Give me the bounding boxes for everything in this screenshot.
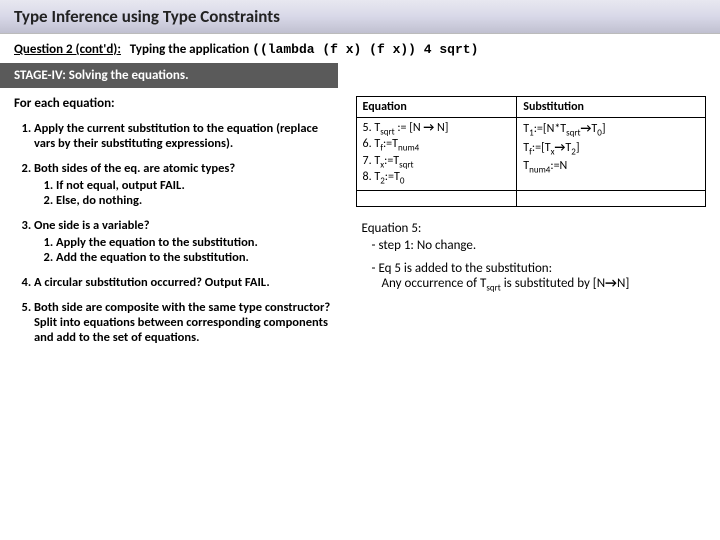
table-head-eq: Equation bbox=[356, 97, 517, 118]
for-each-label: For each equation: bbox=[14, 96, 338, 111]
equation-cell: 5. Tsqrt := [N → N] 6. Tf:=Tnum4 7. Tx:=… bbox=[356, 118, 517, 191]
rule-subitem: If not equal, output FAIL. bbox=[56, 178, 338, 193]
page-title: Type Inference using Type Constraints bbox=[14, 6, 706, 27]
left-column: For each equation: Apply the current sub… bbox=[14, 96, 338, 355]
question-desc: Typing the application bbox=[130, 42, 249, 57]
substitution-cell: T1:=[N*Tsqrt→T0] Tf:=[Tx→T2] Tnum4:=N bbox=[517, 118, 706, 191]
rule-sublist: If not equal, output FAIL. Else, do noth… bbox=[34, 178, 338, 208]
rule-item: Both side are composite with the same ty… bbox=[34, 300, 338, 345]
table-head-sub: Substitution bbox=[517, 97, 706, 118]
rule-list: Apply the current substitution to the eq… bbox=[14, 121, 338, 345]
rule-item: Apply the current substitution to the eq… bbox=[34, 121, 338, 151]
rule-subitem: Apply the equation to the substitution. bbox=[56, 235, 338, 250]
right-column: Equation Substitution 5. Tsqrt := [N → N… bbox=[356, 96, 706, 355]
main-columns: For each equation: Apply the current sub… bbox=[0, 88, 720, 365]
notes-item: Eq 5 is added to the substitution:Any oc… bbox=[372, 261, 706, 294]
rule-subitem: Else, do nothing. bbox=[56, 193, 338, 208]
equation-table: Equation Substitution 5. Tsqrt := [N → N… bbox=[356, 96, 706, 207]
stage-bar: STAGE-IV: Solving the equations. bbox=[0, 63, 338, 88]
rule-item: One side is a variable? Apply the equati… bbox=[34, 218, 338, 265]
rule-subitem: Add the equation to the substitution. bbox=[56, 250, 338, 265]
question-row: Question 2 (cont'd): Typing the applicat… bbox=[0, 34, 720, 63]
table-row: 5. Tsqrt := [N → N] 6. Tf:=Tnum4 7. Tx:=… bbox=[356, 118, 705, 191]
rule-item: Both sides of the eq. are atomic types? … bbox=[34, 161, 338, 208]
notes-item: step 1: No change. bbox=[372, 238, 706, 253]
table-row bbox=[356, 190, 705, 206]
rule-sublist: Apply the equation to the substitution. … bbox=[34, 235, 338, 265]
notes-heading: Equation 5: bbox=[362, 221, 706, 236]
question-code: ((lambda (f x) (f x)) 4 sqrt) bbox=[252, 42, 478, 57]
rule-item: A circular substitution occurred? Output… bbox=[34, 275, 338, 290]
title-bar: Type Inference using Type Constraints bbox=[0, 0, 720, 34]
equation-notes: Equation 5: step 1: No change. Eq 5 is a… bbox=[356, 221, 706, 294]
question-lead: Question 2 (cont'd): bbox=[14, 42, 121, 57]
